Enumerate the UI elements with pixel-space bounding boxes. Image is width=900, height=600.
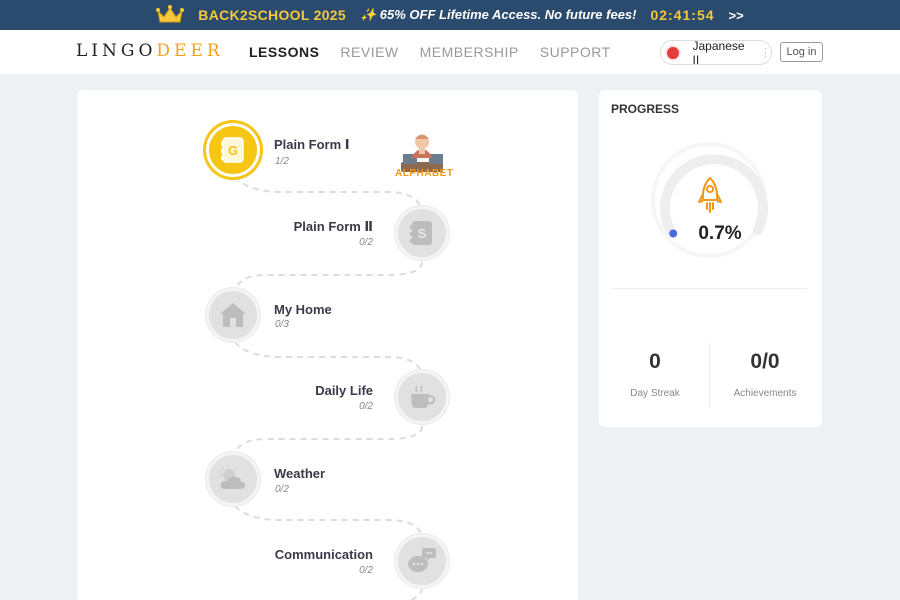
achievements-label: Achievements [733,388,797,399]
nav-lessons[interactable]: LESSONS [249,44,319,60]
sun-cloud-icon [220,465,246,489]
lesson-progress: 0/3 [275,319,289,330]
house-icon [220,303,246,327]
language-label: Japanese II [692,38,745,67]
nav-support[interactable]: SUPPORT [540,44,611,60]
lesson-node-communication[interactable] [395,534,449,588]
lesson-path-line [234,175,423,600]
nav-review[interactable]: REVIEW [340,44,398,60]
promo-code: BACK2SCHOOL 2025 [198,7,346,23]
lesson-node-weather[interactable] [206,452,260,506]
letter-s-icon: S [410,221,432,245]
lesson-node-plain-form-2[interactable]: S [395,206,449,260]
lesson-title[interactable]: Daily Life [315,383,373,398]
promo-banner[interactable]: BACK2SCHOOL 2025 ✨ 65% OFF Lifetime Acce… [0,0,900,30]
letter-g-icon: G [221,137,244,163]
progress-percent: 0.7% [698,223,742,244]
day-streak-value: 0 [649,350,661,373]
svg-text:G: G [228,143,238,158]
promo-more-link[interactable]: >> [729,8,744,23]
rocket-icon [698,176,722,213]
chat-bubbles-icon [408,548,436,572]
lingodeer-logo[interactable]: LINGODEER [76,41,224,61]
lesson-node-daily-life[interactable] [395,370,449,424]
logo-text-right: DEER [156,41,224,61]
lesson-title[interactable]: Weather [274,466,325,481]
lesson-progress: 1/2 [275,156,289,167]
alphabet-label[interactable]: ALPHABET [395,168,453,179]
lesson-node-my-home[interactable] [206,288,260,342]
lesson-progress: 0/2 [359,565,373,576]
lesson-title[interactable]: Communication [275,547,373,562]
progress-heading: PROGRESS [611,102,680,116]
promo-offer: ✨ 65% OFF Lifetime Access. No future fee… [359,7,637,22]
lesson-progress: 0/2 [359,237,373,248]
promo-countdown: 02:41:54 [650,7,715,23]
japan-flag-icon [667,46,679,59]
crown-icon [156,5,185,23]
lesson-progress: 0/2 [359,401,373,412]
nav-membership[interactable]: MEMBERSHIP [420,44,519,60]
svg-text:S: S [418,226,427,241]
language-selector[interactable]: Japanese II ⋮ [660,38,772,67]
progress-panel: PROGRESS 0.7% 0 Day Streak 0/0 Achieveme… [599,90,822,427]
day-streak-label: Day Streak [630,388,680,399]
lesson-title[interactable]: Plain Form Ⅰ [274,137,350,153]
lesson-title[interactable]: My Home [274,302,332,317]
divider [611,288,807,289]
more-options-icon: ⋮ [760,47,771,59]
lesson-path-panel: G Plain Form Ⅰ 1/2 ALPHABET S Plain Form… [77,90,578,600]
logo-text-left: LINGO [76,41,157,61]
lesson-progress: 0/2 [275,484,289,495]
site-header: LINGODEER LESSONS REVIEW MEMBERSHIP SUPP… [0,30,900,74]
achievements-value[interactable]: 0/0 [710,350,820,374]
lesson-node-plain-form-1[interactable]: G [206,123,260,177]
lesson-title[interactable]: Plain Form Ⅱ [294,219,373,235]
login-button[interactable]: Log in [780,42,823,62]
coffee-cup-icon [411,385,436,408]
main-nav: LESSONS REVIEW MEMBERSHIP SUPPORT [249,44,632,60]
